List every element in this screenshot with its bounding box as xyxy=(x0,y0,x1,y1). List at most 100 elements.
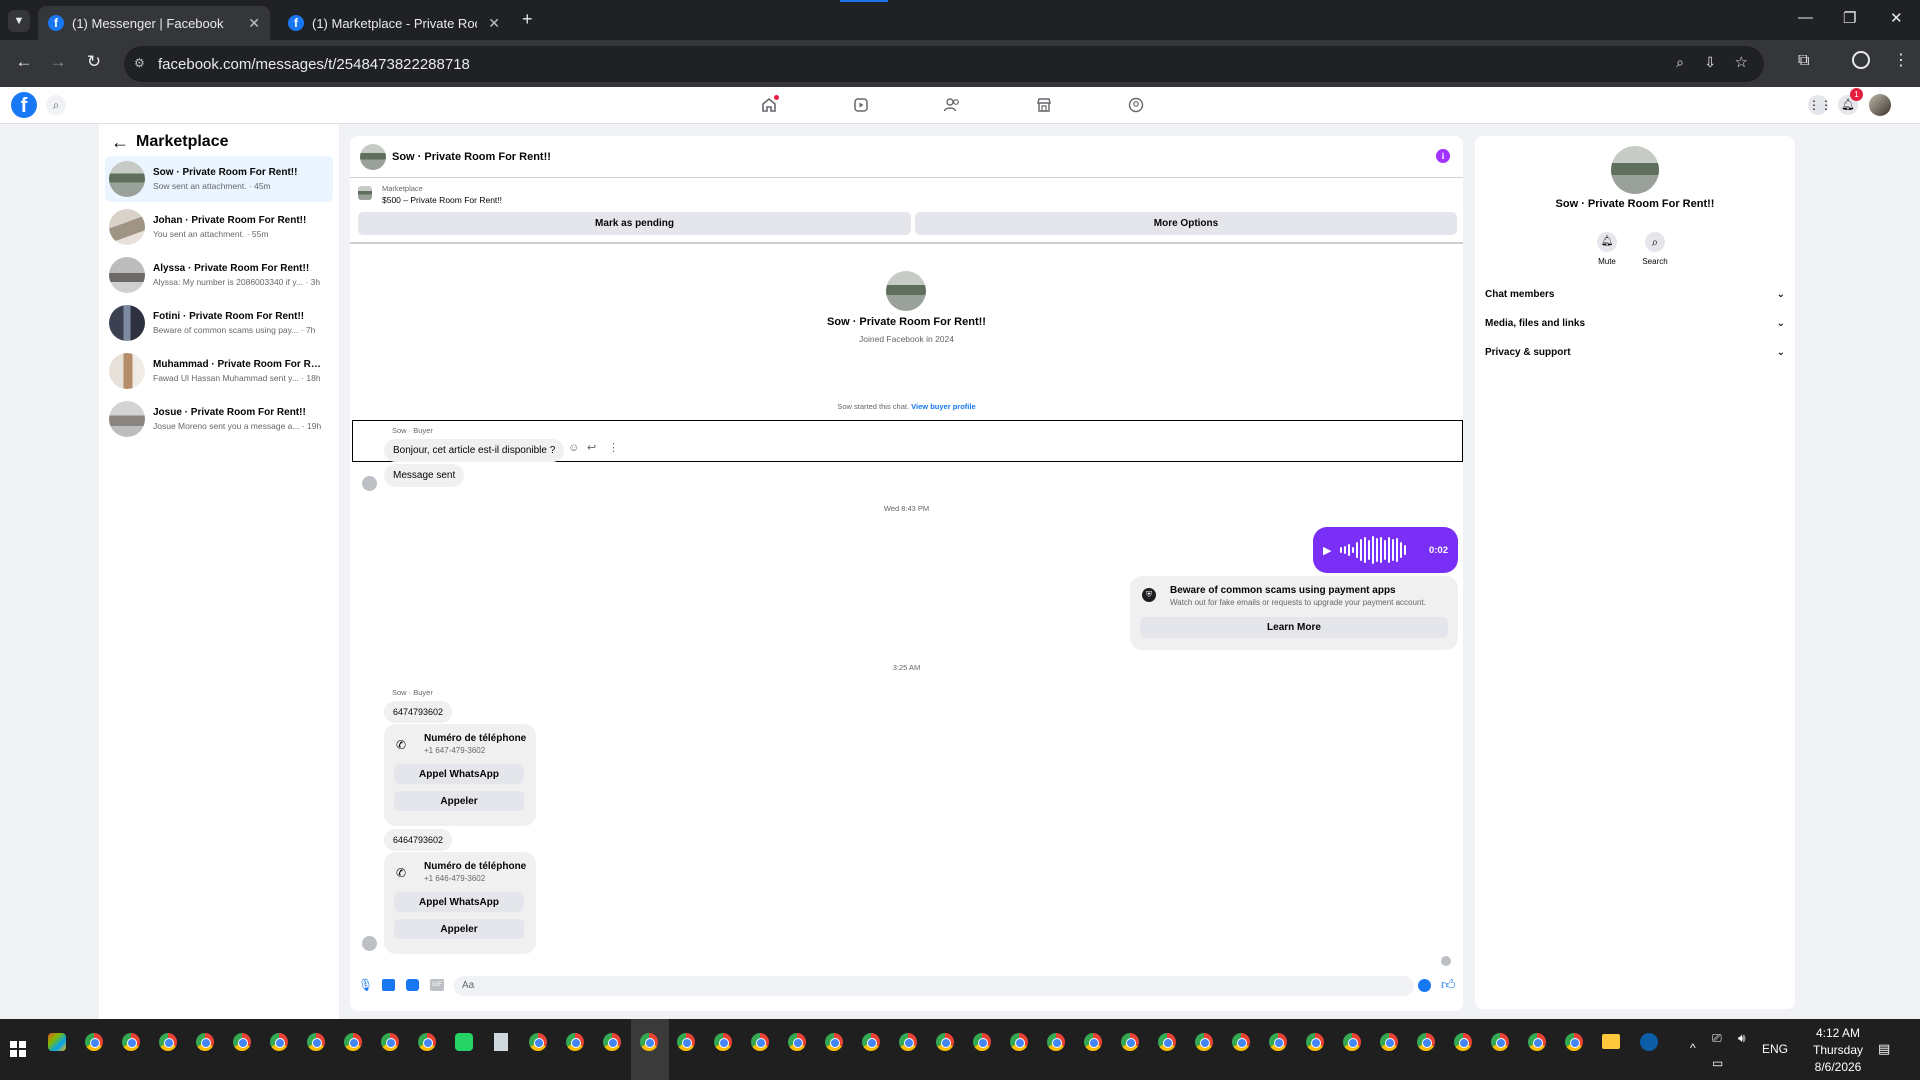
chrome-icon[interactable] xyxy=(862,1033,880,1051)
notepad-icon[interactable] xyxy=(494,1033,508,1051)
tab-messenger[interactable]: f (1) Messenger | Facebook ✕ xyxy=(38,6,270,40)
tab-search-button[interactable]: ▼ xyxy=(8,10,30,32)
profile-avatar[interactable] xyxy=(886,271,926,311)
view-buyer-profile-link[interactable]: View buyer profile xyxy=(911,402,975,411)
windows-start-icon[interactable] xyxy=(10,1041,26,1057)
chrome-icon[interactable] xyxy=(1121,1033,1139,1051)
gif-icon[interactable]: GIF xyxy=(430,979,444,991)
audio-message-bubble[interactable]: ▶ 0:02 xyxy=(1313,527,1458,573)
groups-icon[interactable] xyxy=(1125,95,1147,115)
chrome-icon[interactable] xyxy=(1454,1033,1472,1051)
chrome-icon[interactable] xyxy=(677,1033,695,1051)
call-button[interactable]: Appeler xyxy=(394,791,524,811)
mark-as-pending-button[interactable]: Mark as pending xyxy=(358,212,911,235)
chrome-icon[interactable] xyxy=(307,1033,325,1051)
learn-more-button[interactable]: Learn More xyxy=(1140,617,1448,638)
menu-kebab-icon[interactable]: ⋮ xyxy=(1893,50,1909,70)
chrome-icon[interactable] xyxy=(825,1033,843,1051)
friends-icon[interactable] xyxy=(941,95,963,115)
thumbs-up-icon[interactable]: 👍︎ xyxy=(1441,976,1456,993)
notification-center-icon[interactable]: ▤ xyxy=(1878,1041,1890,1057)
zoom-icon[interactable]: ⌕ xyxy=(1676,54,1684,71)
more-options-button[interactable]: More Options xyxy=(915,212,1457,235)
chrome-icon[interactable] xyxy=(1232,1033,1250,1051)
sticker-icon[interactable] xyxy=(406,979,419,991)
chrome-icon[interactable] xyxy=(788,1033,806,1051)
chrome-icon[interactable] xyxy=(1380,1033,1398,1051)
account-avatar[interactable] xyxy=(1869,94,1891,116)
app-icon[interactable] xyxy=(1640,1033,1658,1051)
react-emoji-icon[interactable]: ☺ xyxy=(568,442,579,454)
chat-title[interactable]: Sow · Private Room For Rent!! xyxy=(392,151,551,163)
back-arrow-icon[interactable]: ← xyxy=(111,132,129,153)
chrome-icon[interactable] xyxy=(381,1033,399,1051)
chrome-icon[interactable] xyxy=(899,1033,917,1051)
close-tab-icon[interactable]: ✕ xyxy=(488,15,500,32)
profile-icon[interactable] xyxy=(1852,51,1870,69)
install-app-icon[interactable]: ⇩ xyxy=(1704,54,1716,71)
chrome-icon[interactable] xyxy=(1158,1033,1176,1051)
apps-menu-icon[interactable]: ⋮⋮ xyxy=(1808,95,1832,115)
media-files-section[interactable]: Media, files and links ⌄ xyxy=(1485,318,1785,329)
copilot-icon[interactable] xyxy=(48,1033,66,1051)
tab-marketplace[interactable]: f (1) Marketplace - Private Room ✕ xyxy=(278,6,510,40)
conversation-item[interactable]: Fotini · Private Room For Rent!! Beware o… xyxy=(105,300,333,346)
microphone-icon[interactable]: 🎙︎ xyxy=(358,978,373,992)
chrome-icon[interactable] xyxy=(1269,1033,1287,1051)
conversation-item[interactable]: Muhammad · Private Room For Re... Fawad U… xyxy=(105,348,333,394)
chrome-icon[interactable] xyxy=(1528,1033,1546,1051)
chrome-icon[interactable] xyxy=(196,1033,214,1051)
chrome-icon[interactable] xyxy=(1417,1033,1435,1051)
close-window-icon[interactable]: ✕ xyxy=(1890,9,1903,27)
chrome-icon[interactable] xyxy=(1047,1033,1065,1051)
network-icon[interactable]: ▭ xyxy=(1712,1056,1723,1070)
facebook-logo-icon[interactable]: f xyxy=(11,92,37,118)
page-scrollbar[interactable] xyxy=(1910,124,1920,1019)
chrome-icon[interactable] xyxy=(603,1033,621,1051)
chrome-icon[interactable] xyxy=(1491,1033,1509,1051)
call-button[interactable]: Appeler xyxy=(394,919,524,939)
chrome-icon[interactable] xyxy=(1565,1033,1583,1051)
chrome-icon[interactable] xyxy=(1195,1033,1213,1051)
chrome-icon[interactable] xyxy=(936,1033,954,1051)
marketplace-icon[interactable] xyxy=(1033,95,1055,115)
chrome-icon[interactable] xyxy=(1306,1033,1324,1051)
new-tab-button[interactable]: + xyxy=(522,9,533,30)
mute-bell-icon[interactable]: 🔔︎ xyxy=(1597,232,1617,252)
emoji-icon[interactable] xyxy=(1418,979,1431,992)
volume-icon[interactable]: 🔊︎ xyxy=(1738,1031,1746,1046)
back-icon[interactable]: ← xyxy=(12,52,36,72)
search-icon[interactable]: ⌕ xyxy=(1645,232,1665,252)
reply-icon[interactable]: ↩ xyxy=(587,441,596,454)
message-bubble[interactable]: Bonjour, cet article est-il disponible ? xyxy=(384,439,565,462)
details-avatar[interactable] xyxy=(1611,146,1659,194)
chrome-icon[interactable] xyxy=(122,1033,140,1051)
chrome-icon[interactable] xyxy=(566,1033,584,1051)
chrome-icon[interactable] xyxy=(233,1033,251,1051)
conversation-item[interactable]: Sow · Private Room For Rent!! Sow sent an… xyxy=(105,156,333,202)
message-bubble[interactable]: 6464793602 xyxy=(384,829,453,851)
address-bar[interactable]: ⚙ facebook.com/messages/t/25484738222887… xyxy=(124,46,1764,82)
chrome-icon[interactable] xyxy=(714,1033,732,1051)
bookmark-star-icon[interactable]: ☆ xyxy=(1735,53,1748,71)
chrome-icon[interactable] xyxy=(973,1033,991,1051)
whatsapp-icon[interactable] xyxy=(455,1033,473,1051)
privacy-support-section[interactable]: Privacy & support ⌄ xyxy=(1485,347,1785,358)
restore-icon[interactable]: ❐ xyxy=(1843,9,1856,27)
message-bubble[interactable]: Message sent xyxy=(384,464,465,487)
conversation-item[interactable]: Johan · Private Room For Rent!! You sent … xyxy=(105,204,333,250)
chrome-icon[interactable] xyxy=(1343,1033,1361,1051)
reload-icon[interactable]: ↻ xyxy=(82,52,106,72)
forward-icon[interactable]: → xyxy=(46,52,70,72)
clock[interactable]: 4:12 AM Thursday 8/6/2026 xyxy=(1800,1025,1876,1076)
chat-members-section[interactable]: Chat members ⌄ xyxy=(1485,289,1785,300)
info-icon[interactable]: i xyxy=(1436,149,1450,163)
chrome-icon[interactable] xyxy=(640,1033,658,1051)
message-bubble[interactable]: 6474793602 xyxy=(384,701,453,723)
chrome-icon[interactable] xyxy=(270,1033,288,1051)
chrome-icon[interactable] xyxy=(1084,1033,1102,1051)
file-explorer-icon[interactable] xyxy=(1602,1034,1620,1049)
chrome-icon[interactable] xyxy=(1010,1033,1028,1051)
chrome-icon[interactable] xyxy=(529,1033,547,1051)
chrome-icon[interactable] xyxy=(85,1033,103,1051)
